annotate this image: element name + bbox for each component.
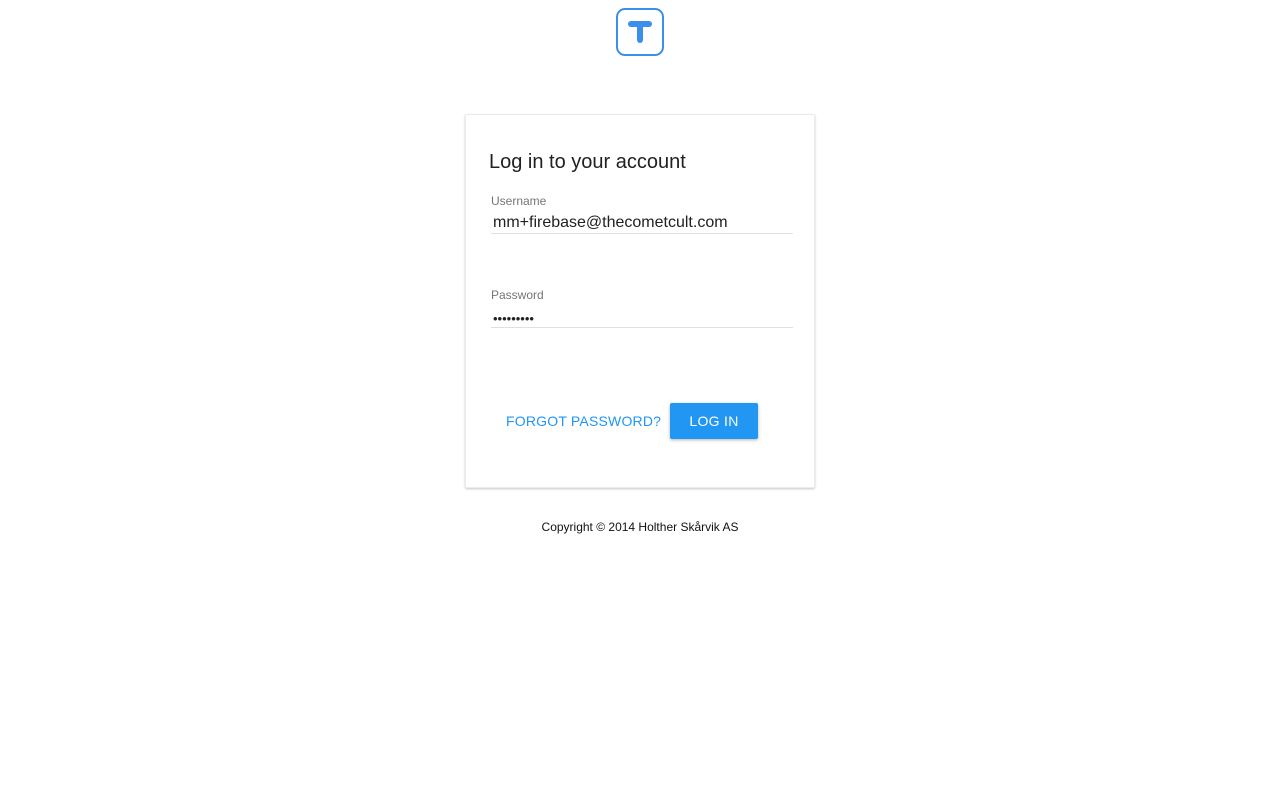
login-title: Log in to your account [489,151,686,173]
username-field: Username [491,192,793,234]
login-card: Log in to your account Username Password… [465,114,815,488]
copyright-footer: Copyright © 2014 Holther Skårvik AS [541,520,739,534]
username-label: Username [491,194,547,208]
forgot-password-button[interactable]: FORGOT PASSWORD? [494,403,673,439]
login-page: Log in to your account Username Password… [0,0,1280,800]
login-button[interactable]: LOG IN [670,403,758,439]
t-logo-icon [628,21,652,43]
password-label: Password [491,288,544,302]
username-input[interactable] [493,212,789,234]
app-logo [616,8,664,56]
password-field: Password [491,286,793,329]
password-input[interactable] [493,307,789,329]
